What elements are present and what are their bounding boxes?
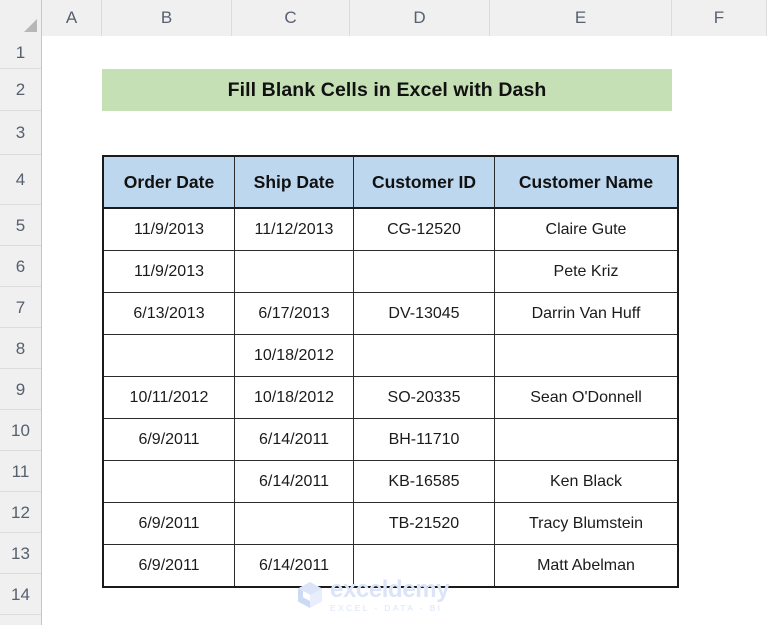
column-header-c[interactable]: C [232, 0, 350, 36]
select-all-corner[interactable] [0, 0, 42, 36]
row-header-7[interactable]: 7 [0, 287, 41, 328]
row-header-11[interactable]: 11 [0, 451, 41, 492]
table-row: 11/9/2013 11/12/2013 CG-12520 Claire Gute [102, 207, 679, 251]
table-cell-blank[interactable] [494, 334, 679, 377]
row-header-2[interactable]: 2 [0, 69, 41, 111]
column-header-e[interactable]: E [490, 0, 672, 36]
table-cell-blank[interactable] [102, 334, 235, 377]
table-cell[interactable]: 6/14/2011 [234, 418, 354, 461]
table-cell[interactable]: 10/18/2012 [234, 376, 354, 419]
table-cell[interactable]: 11/12/2013 [234, 207, 354, 251]
row-header-1[interactable]: 1 [0, 36, 41, 69]
table-cell-blank[interactable] [353, 334, 495, 377]
table-row: 11/9/2013 Pete Kriz [102, 250, 679, 293]
table-cell-blank[interactable] [234, 502, 354, 545]
table-cell[interactable]: 10/18/2012 [234, 334, 354, 377]
table-cell[interactable]: Matt Abelman [494, 544, 679, 588]
watermark-tagline: EXCEL - DATA - BI [330, 603, 443, 613]
table-cell[interactable]: 11/9/2013 [102, 250, 235, 293]
column-title-ship-date: Ship Date [234, 155, 354, 209]
column-header-a[interactable]: A [42, 0, 102, 36]
row-header-8[interactable]: 8 [0, 328, 41, 369]
spreadsheet-grid: ABCDEF 1 2 3 4 5 6 7 8 9 10 11 12 13 14 Fill Blank Ce… [0, 0, 767, 625]
column-header-d[interactable]: D [350, 0, 490, 36]
table-cell[interactable]: 6/9/2011 [102, 418, 235, 461]
sheet-title-text: Fill Blank Cells in Excel with Dash [227, 78, 547, 101]
table-cell-blank[interactable] [353, 544, 495, 588]
table-cell-blank[interactable] [102, 460, 235, 503]
table-cell[interactable]: 10/11/2012 [102, 376, 235, 419]
table-cell[interactable]: Pete Kriz [494, 250, 679, 293]
table-body: 11/9/2013 11/12/2013 CG-12520 Claire Gute 11… [102, 207, 679, 588]
table-cell[interactable]: KB-16585 [353, 460, 495, 503]
table-cell-blank[interactable] [494, 418, 679, 461]
table-cell[interactable]: TB-21520 [353, 502, 495, 545]
row-header-5[interactable]: 5 [0, 205, 41, 246]
table-row: 10/18/2012 [102, 334, 679, 377]
data-table: Order Date Ship Date Customer ID Customer N… [102, 155, 679, 588]
column-header-f[interactable]: F [672, 0, 767, 36]
table-cell[interactable]: Sean O'Donnell [494, 376, 679, 419]
column-header-bar: ABCDEF [0, 0, 767, 36]
row-header-10[interactable]: 10 [0, 410, 41, 451]
table-row: 6/14/2011 KB-16585 Ken Black [102, 460, 679, 503]
row-header-bar: 1 2 3 4 5 6 7 8 9 10 11 12 13 14 [0, 36, 42, 625]
table-cell[interactable]: BH-11710 [353, 418, 495, 461]
table-cell[interactable]: 6/9/2011 [102, 502, 235, 545]
table-cell[interactable]: DV-13045 [353, 292, 495, 335]
row-header-6[interactable]: 6 [0, 246, 41, 287]
column-title-customer-name: Customer Name [494, 155, 679, 209]
column-header-b[interactable]: B [102, 0, 232, 36]
table-cell-blank[interactable] [353, 250, 495, 293]
table-row: 10/11/2012 10/18/2012 SO-20335 Sean O'Donne… [102, 376, 679, 419]
row-header-13[interactable]: 13 [0, 533, 41, 574]
table-row: 6/13/2013 6/17/2013 DV-13045 Darrin Van Huf… [102, 292, 679, 335]
table-row: 6/9/2011 6/14/2011 Matt Abelman [102, 544, 679, 588]
table-row: 6/9/2011 TB-21520 Tracy Blumstein [102, 502, 679, 545]
column-title-customer-id: Customer ID [353, 155, 495, 209]
table-header-row: Order Date Ship Date Customer ID Customer N… [102, 155, 679, 209]
sheet-title-banner: Fill Blank Cells in Excel with Dash [102, 69, 672, 111]
grid-cells-area: Fill Blank Cells in Excel with Dash Orde… [42, 36, 767, 625]
table-cell[interactable]: Tracy Blumstein [494, 502, 679, 545]
table-cell[interactable]: Darrin Van Huff [494, 292, 679, 335]
table-cell-blank[interactable] [234, 250, 354, 293]
row-header-9[interactable]: 9 [0, 369, 41, 410]
table-cell[interactable]: 6/13/2013 [102, 292, 235, 335]
table-cell[interactable]: 6/14/2011 [234, 544, 354, 588]
row-header-12[interactable]: 12 [0, 492, 41, 533]
column-title-order-date: Order Date [102, 155, 235, 209]
table-row: 6/9/2011 6/14/2011 BH-11710 [102, 418, 679, 461]
row-header-3[interactable]: 3 [0, 111, 41, 155]
table-cell[interactable]: Ken Black [494, 460, 679, 503]
table-cell[interactable]: 6/17/2013 [234, 292, 354, 335]
table-cell[interactable]: CG-12520 [353, 207, 495, 251]
table-cell[interactable]: 11/9/2013 [102, 207, 235, 251]
select-all-triangle-icon [24, 19, 37, 32]
table-cell[interactable]: Claire Gute [494, 207, 679, 251]
table-cell[interactable]: 6/9/2011 [102, 544, 235, 588]
row-header-14[interactable]: 14 [0, 574, 41, 615]
row-header-4[interactable]: 4 [0, 155, 41, 205]
table-cell[interactable]: SO-20335 [353, 376, 495, 419]
table-cell[interactable]: 6/14/2011 [234, 460, 354, 503]
